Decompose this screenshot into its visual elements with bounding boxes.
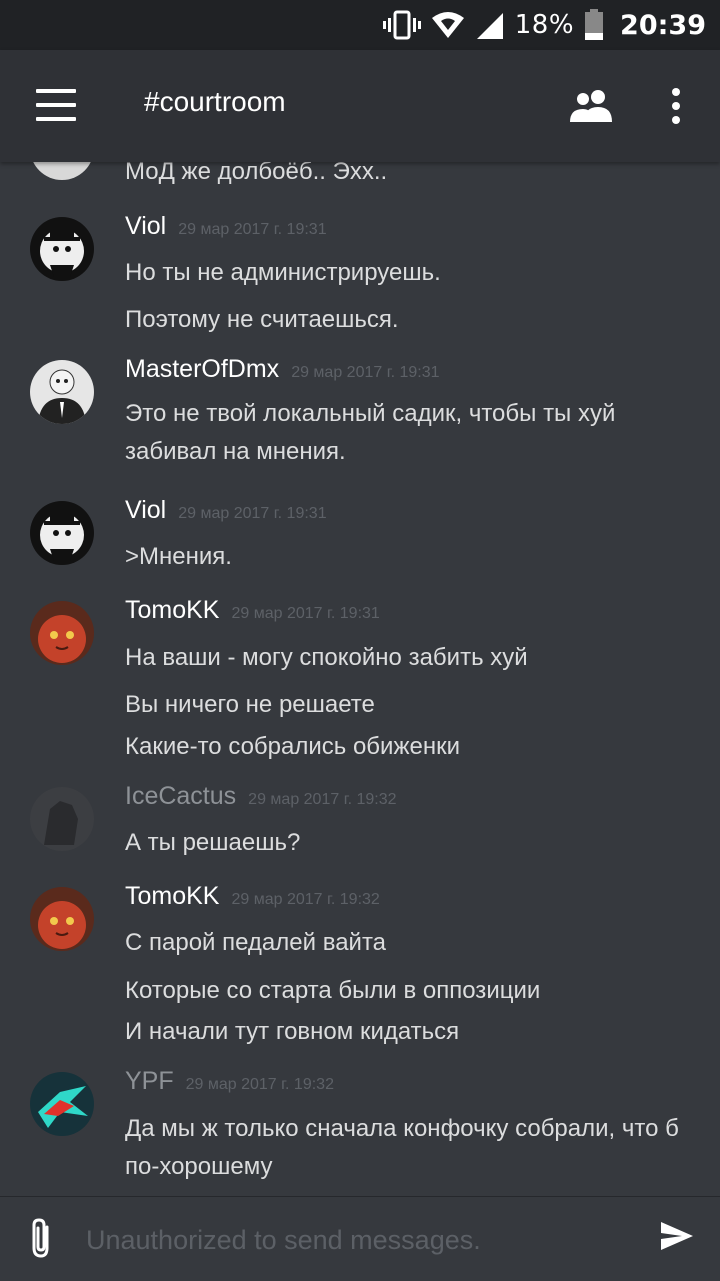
wifi-icon	[431, 10, 465, 40]
message-text: Но ты не администрируешь.	[125, 259, 441, 286]
author-name[interactable]: TomoKK	[125, 596, 219, 624]
author-name[interactable]: Viol	[125, 212, 166, 240]
status-bar: 18% 20:39	[0, 0, 720, 50]
vibrate-icon	[382, 10, 421, 40]
avatar[interactable]	[30, 217, 94, 281]
message-author[interactable]: MasterOfDmx 29 мар 2017 г. 19:31	[125, 355, 440, 384]
avatar[interactable]	[30, 1072, 94, 1136]
attachment-icon[interactable]	[28, 1217, 54, 1263]
message-text: Которые со старта были в оппозиции	[125, 977, 541, 1004]
message-author[interactable]: TomoKK 29 мар 2017 г. 19:32	[125, 882, 380, 911]
message-text: С парой педалей вайта	[125, 929, 387, 956]
message-timestamp: 29 мар 2017 г. 19:31	[291, 364, 440, 381]
avatar[interactable]	[30, 360, 94, 424]
message-author[interactable]: IceCactus 29 мар 2017 г. 19:32	[125, 782, 397, 811]
message-text: На ваши - могу спокойно забить хуй	[125, 644, 528, 671]
message-author[interactable]: TomoKK 29 мар 2017 г. 19:31	[125, 596, 380, 625]
battery-icon	[584, 9, 604, 41]
avatar[interactable]	[30, 887, 94, 951]
message-text: >Мнения.	[125, 543, 232, 570]
message-input-bar	[0, 1196, 720, 1281]
battery-percent: 18%	[514, 10, 575, 40]
message-timestamp: 29 мар 2017 г. 19:31	[231, 605, 380, 622]
message-timestamp: 29 мар 2017 г. 19:32	[185, 1076, 334, 1093]
message-timestamp: 29 мар 2017 г. 19:31	[178, 505, 327, 522]
message-text: МоД же долбоёб.. Эхх..	[125, 162, 388, 185]
message-input[interactable]	[84, 1219, 628, 1261]
avatar[interactable]	[30, 787, 94, 851]
message-timestamp: 29 мар 2017 г. 19:32	[248, 791, 397, 808]
message-text: Поэтому не считаешься.	[125, 306, 399, 333]
signal-icon	[475, 11, 505, 39]
message-text: Да мы ж только сначала конфочку собрали,…	[125, 1115, 679, 1180]
message-timestamp: 29 мар 2017 г. 19:31	[178, 221, 327, 238]
message-text: Какие-то собрались обиженки	[125, 733, 461, 760]
message-text: Вы ничего не решаете	[125, 691, 375, 718]
author-name[interactable]: Viol	[125, 496, 166, 524]
avatar[interactable]	[30, 601, 94, 665]
author-name[interactable]: YPF	[125, 1067, 174, 1095]
avatar[interactable]	[30, 162, 94, 180]
message-author[interactable]: Viol 29 мар 2017 г. 19:31	[125, 212, 327, 241]
members-icon[interactable]	[568, 88, 616, 126]
message-timestamp: 29 мар 2017 г. 19:32	[231, 891, 380, 908]
author-name[interactable]: IceCactus	[125, 782, 236, 810]
hamburger-menu-icon[interactable]	[36, 89, 76, 123]
avatar[interactable]	[30, 501, 94, 565]
overflow-menu-icon[interactable]	[660, 88, 692, 128]
message-text: А ты решаешь?	[125, 829, 301, 856]
channel-title: #courtroom	[144, 86, 286, 117]
app-bar: #courtroom	[0, 50, 720, 162]
author-name[interactable]: MasterOfDmx	[125, 355, 279, 383]
clock: 20:39	[620, 9, 706, 41]
send-icon[interactable]	[660, 1221, 694, 1255]
message-author[interactable]: Viol 29 мар 2017 г. 19:31	[125, 496, 327, 525]
message-text: И начали тут говном кидаться	[125, 1018, 460, 1045]
message-text: Это не твой локальный садик, чтобы ты ху…	[125, 400, 616, 465]
message-author[interactable]: YPF 29 мар 2017 г. 19:32	[125, 1067, 334, 1096]
author-name[interactable]: TomoKK	[125, 882, 219, 910]
message-list[interactable]: МоД же долбоёб.. Эхх.. Viol 29 мар 2017 г…	[0, 162, 720, 1196]
